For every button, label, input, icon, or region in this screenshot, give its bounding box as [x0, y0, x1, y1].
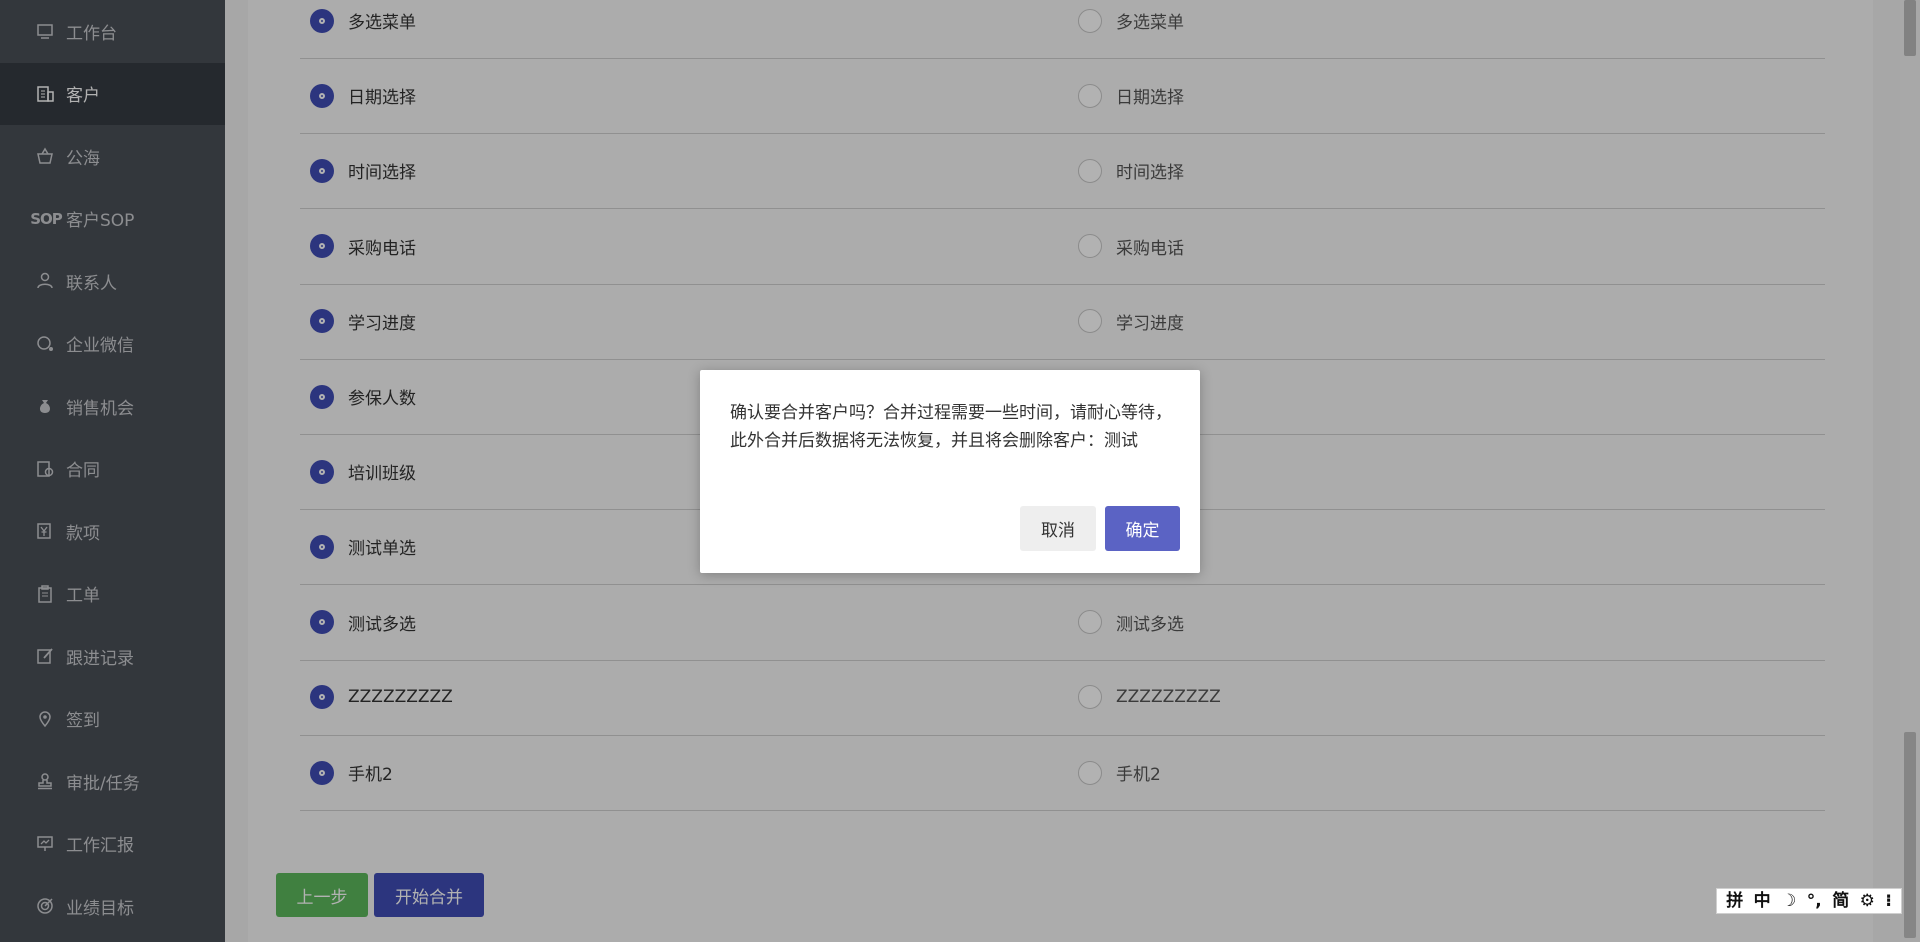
- ime-punctuation-icon[interactable]: °,: [1807, 889, 1822, 913]
- ime-simplified-mode[interactable]: 简: [1832, 889, 1849, 913]
- ime-more-icon[interactable]: ⁝: [1885, 889, 1891, 913]
- ime-chinese-mode[interactable]: 中: [1754, 889, 1771, 913]
- ime-toolbar: 拼中 ☽ °, 简 ⚙ ⁝: [1716, 888, 1902, 914]
- ime-settings-icon[interactable]: ⚙: [1860, 889, 1875, 913]
- confirm-dialog: 确认要合并客户吗？合并过程需要一些时间，请耐心等待，此外合并后数据将无法恢复，并…: [700, 370, 1200, 573]
- ime-pinyin-icon[interactable]: 拼: [1726, 889, 1743, 913]
- confirm-button[interactable]: 确定: [1105, 506, 1180, 551]
- cancel-button[interactable]: 取消: [1020, 506, 1096, 551]
- confirm-message: 确认要合并客户吗？合并过程需要一些时间，请耐心等待，此外合并后数据将无法恢复，并…: [730, 403, 1172, 451]
- ime-moon-icon[interactable]: ☽: [1781, 889, 1796, 913]
- modal-overlay: 确认要合并客户吗？合并过程需要一些时间，请耐心等待，此外合并后数据将无法恢复，并…: [0, 0, 1920, 942]
